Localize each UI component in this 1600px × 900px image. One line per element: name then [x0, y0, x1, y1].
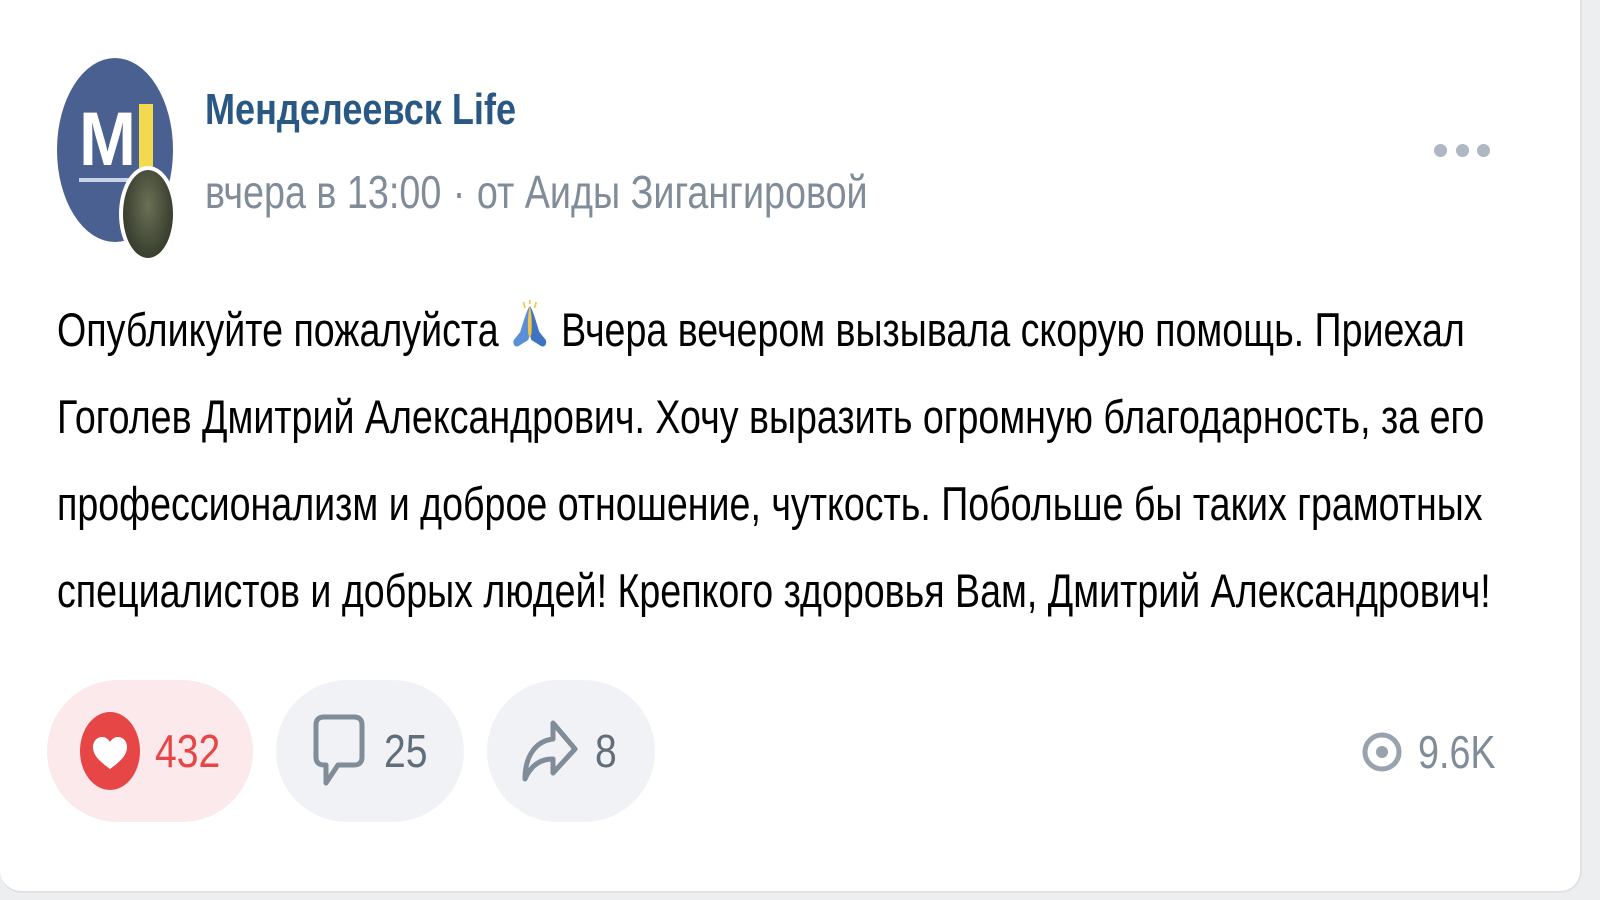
post-text: Опубликуйте пожалуйста Вчера вечером выз… [57, 286, 1497, 634]
post-text-segment: Опубликуйте пожалуйста [57, 303, 499, 356]
group-avatar[interactable]: M [57, 58, 177, 262]
views-count: 9.6K [1418, 726, 1496, 778]
share-icon [522, 720, 578, 782]
more-icon-dot [1477, 143, 1490, 157]
more-icon-dot [1455, 143, 1469, 157]
author-avatar[interactable] [119, 166, 177, 262]
logo-letter: M [79, 97, 136, 182]
eye-icon [1362, 732, 1402, 772]
post-time[interactable]: вчера в 13:00 [205, 166, 441, 218]
post-text-line: специалистов и добрых людей! Крепкого зд… [57, 564, 1491, 617]
comment-count: 25 [384, 725, 428, 777]
logo-accent-bar [139, 104, 153, 168]
share-button[interactable]: 8 [487, 680, 655, 822]
meta-separator: · [452, 166, 466, 218]
post-text-segment: Вчера вечером вызывала скорую помощь. Пр… [561, 303, 1465, 356]
post-text-line: Опубликуйте пожалуйста Вчера вечером выз… [57, 286, 1465, 373]
more-icon [1434, 143, 1447, 157]
post-text-line: Гоголев Дмитрий Александрович. Хочу выра… [57, 390, 1485, 443]
more-options-button[interactable] [1434, 136, 1490, 164]
post-card: M Менделеевск Life вчера в 13:00 · от Аиды… [0, 0, 1582, 893]
post-meta: вчера в 13:00 · от Аиды Зигангировой [205, 164, 868, 220]
comment-button[interactable]: 25 [276, 680, 464, 822]
praying-hands-icon [513, 300, 547, 347]
heart-icon [80, 712, 140, 790]
post-text-line: профессионализм и доброе отношение, чутк… [57, 477, 1483, 530]
like-count: 432 [155, 725, 221, 777]
post-author[interactable]: от Аиды Зигангировой [477, 166, 868, 218]
like-button[interactable]: 432 [47, 680, 253, 822]
comment-icon [313, 714, 365, 786]
group-name-link[interactable]: Менделеевск Life [205, 82, 516, 138]
share-count: 8 [595, 725, 617, 777]
views-counter: 9.6K [1362, 722, 1513, 782]
